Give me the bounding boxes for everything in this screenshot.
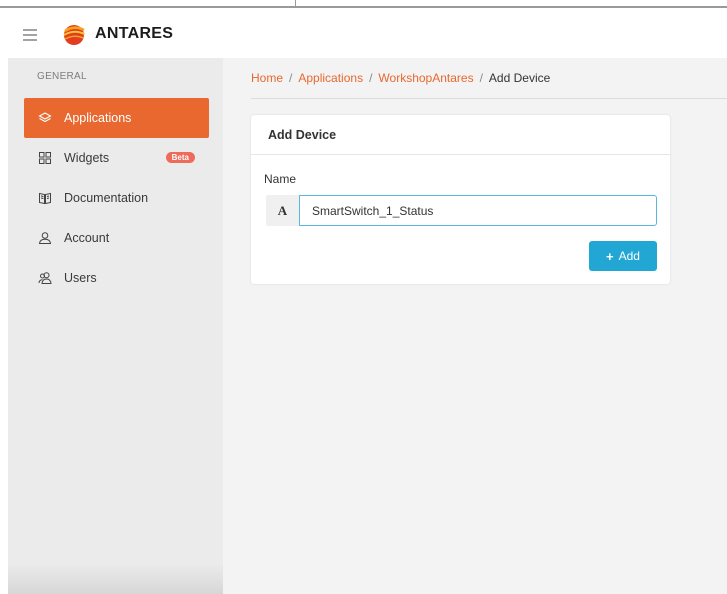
add-device-card: Add Device Name A + Add [251,115,670,284]
breadcrumb-current: Add Device [488,71,551,85]
breadcrumb-separator: / [479,71,483,85]
top-bar: ANTARES [0,0,727,58]
device-name-input[interactable] [299,195,657,226]
antares-logo-icon [63,25,85,45]
hamburger-menu-icon[interactable] [23,29,39,41]
sidebar-item-users[interactable]: Users [24,258,209,298]
app-name: ANTARES [95,25,174,42]
app-logo[interactable]: ANTARES [62,22,173,46]
name-input-group: A [266,195,657,226]
breadcrumb-home[interactable]: Home [251,71,283,85]
breadcrumb-divider [251,98,727,99]
plus-icon: + [606,248,614,264]
breadcrumb-applications[interactable]: Applications [298,71,363,85]
window-top-edge [0,6,727,8]
sidebar: GENERAL Applications Widgets Beta Docume… [8,58,223,594]
sidebar-item-label: Account [64,231,110,245]
sidebar-item-account[interactable]: Account [24,218,209,258]
grid-icon [38,151,52,165]
layers-icon [38,111,52,125]
breadcrumb: Home / Applications / WorkshopAntares / Add De… [251,71,550,85]
users-icon [38,271,52,285]
sidebar-item-label: Applications [64,111,132,125]
text-type-icon: A [266,195,299,226]
main-content: Home / Applications / WorkshopAntares / Add De… [223,58,727,594]
add-device-button[interactable]: + Add [589,241,657,271]
sidebar-section-label: GENERAL [37,71,87,82]
sidebar-item-applications[interactable]: Applications [24,98,209,138]
breadcrumb-workshop-antares[interactable]: WorkshopAntares [378,71,473,85]
window-top-mark [295,0,296,7]
breadcrumb-separator: / [369,71,373,85]
sidebar-item-label: Documentation [64,191,149,205]
book-icon [38,191,52,205]
sidebar-bottom-fade [8,564,223,594]
sidebar-item-widgets[interactable]: Widgets Beta [24,138,209,178]
name-label: Name [264,172,297,186]
card-title: Add Device [251,115,670,155]
add-button-label: Add [618,249,640,263]
sidebar-item-documentation[interactable]: Documentation [24,178,209,218]
breadcrumb-separator: / [289,71,293,85]
user-icon [38,231,52,245]
beta-badge: Beta [165,152,195,163]
sidebar-item-label: Users [64,271,97,285]
sidebar-item-label: Widgets [64,151,110,165]
